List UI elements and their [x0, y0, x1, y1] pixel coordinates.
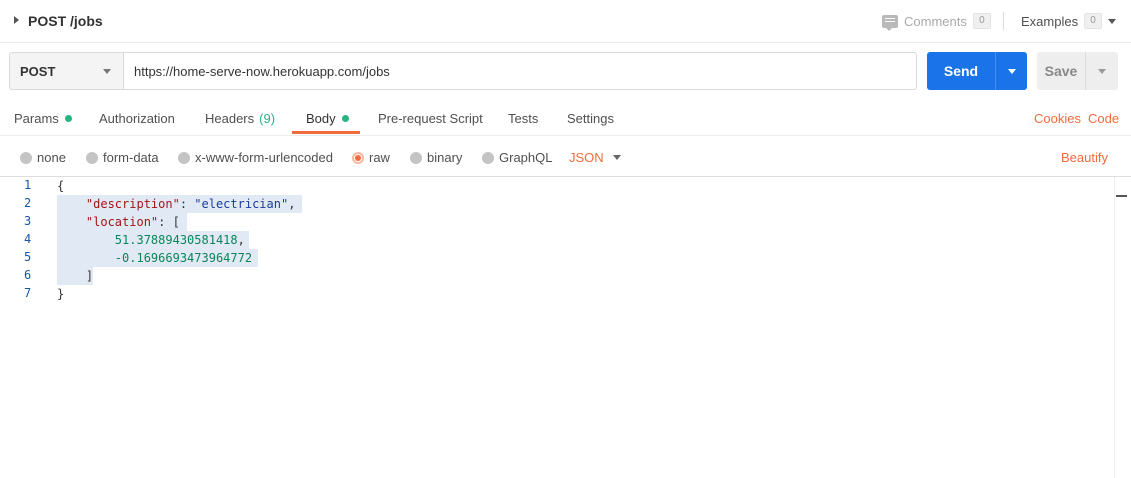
code-line: 51.37889430581418, — [57, 231, 245, 249]
method-select[interactable]: POST — [9, 52, 124, 90]
radio-circle-icon — [410, 151, 422, 164]
radio-graphql[interactable]: GraphQL — [482, 150, 552, 165]
line-number: 3 — [24, 214, 32, 228]
tab-params[interactable]: Params — [14, 111, 72, 126]
tab-params-label: Params — [14, 111, 59, 126]
save-label: Save — [1044, 63, 1078, 79]
body-format-select[interactable]: JSON — [569, 150, 621, 165]
tab-tests-label: Tests — [508, 111, 539, 126]
tab-headers-label: Headers — [205, 111, 255, 126]
line-number: 7 — [24, 286, 32, 300]
send-options-dropdown[interactable] — [996, 68, 1027, 74]
radio-raw-label: raw — [369, 150, 390, 165]
radio-urlencoded-label: x-www-form-urlencoded — [195, 150, 333, 165]
line-number: 4 — [24, 232, 32, 246]
cookies-link[interactable]: Cookies — [1034, 111, 1081, 126]
method-label: POST — [20, 63, 56, 79]
chevron-down-icon — [1098, 68, 1106, 74]
request-tabs: Params Authorization Headers (9) Body Pr… — [0, 101, 1131, 136]
save-options-dropdown[interactable] — [1086, 68, 1118, 74]
title-divider — [1003, 12, 1004, 30]
radio-graphql-label: GraphQL — [499, 150, 553, 165]
send-button[interactable]: Send — [927, 52, 1027, 90]
chevron-down-icon — [612, 155, 621, 160]
radio-form-data[interactable]: form-data — [86, 150, 159, 165]
radio-none-label: none — [37, 150, 66, 165]
json-bracket: ] — [85, 269, 94, 283]
tab-headers[interactable]: Headers (9) — [205, 111, 275, 126]
code-line: -0.1696693473964772 — [57, 249, 252, 267]
line-number: 6 — [24, 268, 32, 282]
chevron-down-icon — [1007, 68, 1016, 74]
request-title[interactable]: POST /jobs — [28, 13, 103, 29]
open-brace: { — [57, 179, 65, 193]
params-status-dot — [64, 115, 72, 122]
comments-button[interactable]: Comments 0 — [882, 12, 991, 31]
tab-authorization[interactable]: Authorization — [99, 111, 175, 126]
comment-icon — [882, 14, 898, 31]
line-number: 2 — [24, 196, 32, 210]
json-number: 51.37889430581418 — [114, 233, 238, 247]
chevron-down-icon — [103, 68, 111, 74]
tab-tests[interactable]: Tests — [508, 111, 538, 126]
collapse-caret-icon[interactable] — [14, 16, 19, 24]
radio-circle-icon — [482, 151, 494, 164]
comments-label: Comments — [904, 13, 967, 29]
tab-prerequest-script[interactable]: Pre-request Script — [378, 111, 483, 126]
save-button[interactable]: Save — [1037, 52, 1118, 90]
scroll-position-marker — [1116, 195, 1127, 197]
body-status-dot — [341, 115, 349, 122]
line-number-gutter: 1 2 3 4 5 6 7 — [0, 177, 44, 478]
examples-dropdown[interactable]: Examples 0 — [1021, 12, 1117, 30]
tab-body[interactable]: Body — [306, 111, 349, 126]
line-number: 1 — [24, 178, 32, 192]
radio-none[interactable]: none — [20, 150, 66, 165]
comments-count-badge: 0 — [972, 13, 991, 29]
headers-count: (9) — [259, 111, 276, 126]
tab-settings[interactable]: Settings — [567, 111, 614, 126]
tab-body-label: Body — [306, 111, 336, 126]
radio-selected-icon — [352, 151, 364, 164]
close-brace: } — [57, 287, 65, 301]
examples-count-badge: 0 — [1084, 13, 1103, 29]
radio-form-data-label: form-data — [103, 150, 159, 165]
radio-binary-label: binary — [427, 150, 463, 165]
code-editor[interactable]: 1 2 3 4 5 6 7 { "description": "electric… — [0, 177, 1131, 478]
editor-scrollbar[interactable] — [1114, 177, 1115, 478]
code-line: { — [57, 177, 64, 195]
code-line: ] — [57, 267, 93, 285]
send-label: Send — [943, 63, 979, 79]
json-comma: , — [288, 197, 296, 211]
beautify-link[interactable]: Beautify — [1061, 150, 1108, 165]
chevron-down-icon — [1108, 18, 1117, 24]
tab-prerequest-label: Pre-request Script — [378, 111, 483, 126]
code-line: } — [57, 285, 64, 303]
json-number: -0.1696693473964772 — [114, 251, 253, 265]
active-tab-indicator — [292, 131, 360, 134]
json-string: "electrician" — [194, 197, 289, 211]
url-input[interactable] — [124, 52, 917, 90]
radio-circle-icon — [178, 151, 190, 164]
json-bracket: : [ — [158, 215, 180, 229]
tab-authorization-label: Authorization — [99, 111, 175, 126]
tab-settings-label: Settings — [567, 111, 614, 126]
json-key: "location" — [85, 215, 159, 229]
json-comma: , — [237, 233, 245, 247]
json-colon: : — [179, 197, 195, 211]
line-number: 5 — [24, 250, 32, 264]
radio-raw[interactable]: raw — [352, 150, 390, 165]
radio-urlencoded[interactable]: x-www-form-urlencoded — [178, 150, 333, 165]
code-line: "location": [ — [57, 213, 180, 231]
radio-binary[interactable]: binary — [410, 150, 462, 165]
body-format-label: JSON — [569, 150, 604, 165]
json-key: "description" — [85, 197, 180, 211]
examples-label: Examples — [1021, 13, 1079, 29]
code-link[interactable]: Code — [1088, 111, 1119, 126]
body-type-bar: none form-data x-www-form-urlencoded raw… — [0, 136, 1131, 177]
radio-circle-icon — [86, 151, 98, 164]
radio-circle-icon — [20, 151, 32, 164]
code-line: "description": "electrician", — [57, 195, 296, 213]
